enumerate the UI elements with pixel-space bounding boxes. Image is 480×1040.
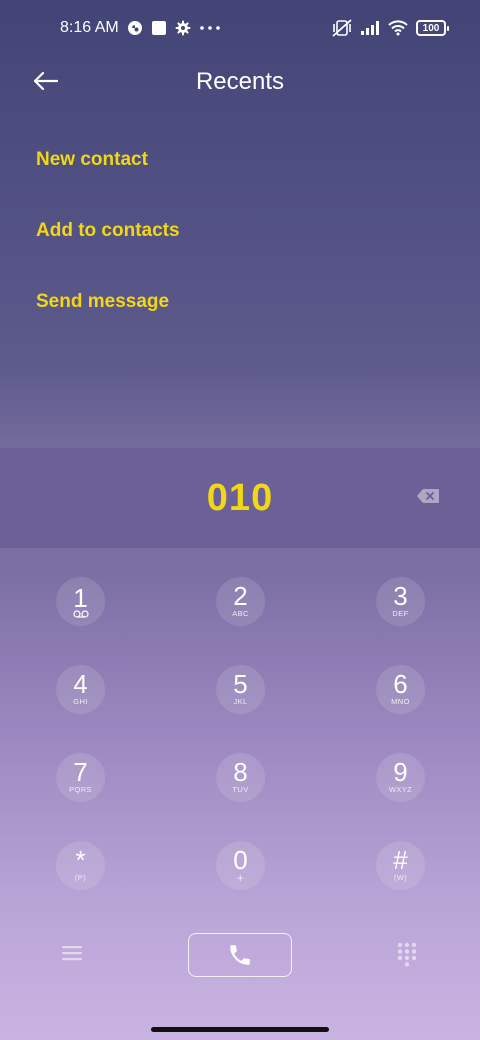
send-message-link[interactable]: Send message: [36, 270, 180, 341]
gear-icon: [175, 20, 191, 36]
key-0[interactable]: 0 +: [216, 841, 265, 890]
key-letters: ABC: [232, 609, 249, 618]
key-digit: 0: [233, 845, 248, 875]
wifi-icon: [388, 20, 408, 36]
status-left: 8:16 AM: [60, 19, 221, 37]
key-letters: TUV: [232, 785, 249, 794]
key-letters: WXYZ: [388, 785, 413, 794]
key-7[interactable]: 7 PQRS: [56, 753, 105, 802]
home-indicator[interactable]: [151, 1027, 329, 1032]
key-digit: *: [75, 845, 86, 875]
number-display-area: 010: [0, 448, 480, 548]
key-digit: 6: [393, 669, 408, 699]
key-digit: 4: [73, 669, 88, 699]
key-letters: PQRS: [69, 785, 92, 794]
menu-button[interactable]: [60, 943, 84, 968]
status-right: 100: [332, 19, 449, 37]
dialpad-toggle-button[interactable]: [396, 942, 418, 973]
key-digit: 5: [233, 669, 248, 699]
key-8[interactable]: 8 TUV: [216, 753, 265, 802]
notification-icon: [127, 20, 143, 36]
status-bar: 8:16 AM 100: [0, 0, 480, 56]
page-title: Recents: [195, 68, 285, 95]
keypad: 1 2 ABC 3 DEF 4 GHI 5 JKL 6 MNO 7 PQRS 8…: [56, 577, 425, 890]
key-letters: GHI: [73, 697, 88, 706]
back-arrow-icon: [33, 71, 58, 91]
hamburger-icon: [62, 946, 82, 961]
key-letters: JKL: [233, 697, 248, 706]
key-1[interactable]: 1: [56, 577, 105, 626]
key-digit: 2: [233, 581, 248, 611]
key-4[interactable]: 4 GHI: [56, 665, 105, 714]
key-digit: 1: [73, 582, 88, 613]
signal-icon: [360, 20, 380, 36]
dialed-number: 010: [206, 476, 274, 519]
square-icon: [151, 20, 167, 36]
more-dots-icon: [199, 25, 221, 31]
vibrate-off-icon: [332, 19, 352, 37]
key-letters: (W): [393, 873, 408, 882]
key-2[interactable]: 2 ABC: [216, 577, 265, 626]
new-contact-link[interactable]: New contact: [36, 128, 180, 199]
action-menu: New contact Add to contacts Send message: [36, 128, 180, 341]
backspace-button[interactable]: [416, 488, 440, 509]
key-6[interactable]: 6 MNO: [376, 665, 425, 714]
key-hash[interactable]: # (W): [376, 841, 425, 890]
key-letters: (P): [74, 873, 87, 882]
key-9[interactable]: 9 WXYZ: [376, 753, 425, 802]
key-digit: 8: [233, 757, 248, 787]
key-digit: 3: [393, 581, 408, 611]
bottom-bar: [0, 932, 480, 978]
phone-icon: [230, 945, 250, 965]
add-to-contacts-link[interactable]: Add to contacts: [36, 199, 180, 270]
dialpad-icon: [397, 942, 417, 967]
key-letters: +: [236, 871, 245, 885]
call-button[interactable]: [188, 933, 292, 977]
key-letters: MNO: [391, 697, 410, 706]
voicemail-icon: [72, 609, 89, 618]
key-digit: 9: [393, 757, 408, 787]
key-digit: #: [393, 845, 408, 875]
back-button[interactable]: [28, 66, 62, 96]
key-letters: DEF: [392, 609, 409, 618]
key-star[interactable]: * (P): [56, 841, 105, 890]
status-time: 8:16 AM: [60, 19, 119, 36]
key-5[interactable]: 5 JKL: [216, 665, 265, 714]
backspace-icon: [417, 489, 439, 503]
key-3[interactable]: 3 DEF: [376, 577, 425, 626]
battery-level: 100: [422, 22, 440, 34]
battery-icon: 100: [416, 20, 449, 36]
key-digit: 7: [73, 757, 88, 787]
header: Recents: [0, 56, 480, 108]
